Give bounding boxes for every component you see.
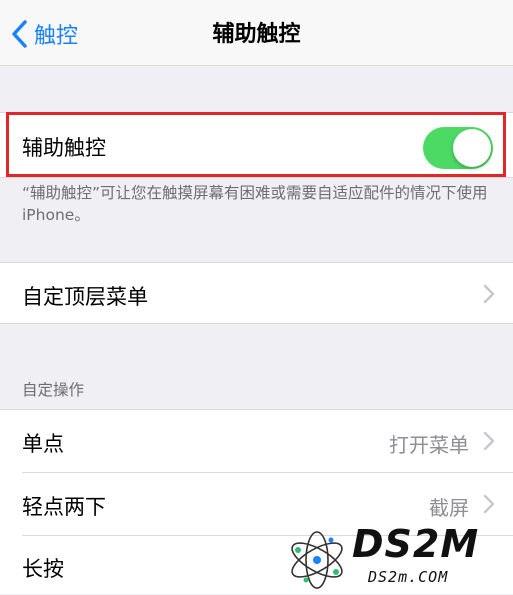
chevron-right-icon — [483, 284, 495, 304]
action-row-value: 截屏 — [429, 496, 469, 520]
navigation-bar: 触控 辅助触控 — [0, 0, 513, 66]
action-row-label: 轻点两下 — [22, 495, 106, 519]
action-row-label: 长按 — [22, 557, 64, 581]
assistive-touch-label: 辅助触控 — [22, 136, 106, 160]
customize-top-menu-row[interactable]: 自定顶层菜单 — [0, 262, 513, 324]
assistive-touch-description: “辅助触控”可让您在触摸屏幕有困难或需要自适应配件的情况下使用iPhone。 — [22, 184, 488, 224]
custom-actions-header: 自定操作 — [22, 381, 85, 399]
assistive-touch-cell: 辅助触控 — [0, 112, 513, 178]
custom-actions-list: 单点 打开菜单 轻点两下 截屏 长按 — [0, 409, 513, 594]
back-button[interactable]: 触控 — [10, 14, 78, 54]
action-row-label: 单点 — [22, 432, 64, 456]
action-row-single-tap[interactable]: 单点 打开菜单 — [0, 410, 513, 472]
back-button-label: 触控 — [34, 24, 79, 49]
chevron-right-icon — [483, 431, 495, 451]
customize-top-menu-label: 自定顶层菜单 — [22, 285, 148, 309]
chevron-right-icon — [483, 494, 495, 514]
toggle-knob — [453, 129, 491, 167]
assistive-touch-toggle[interactable] — [423, 127, 493, 169]
chevron-left-icon — [12, 20, 27, 48]
action-row-long-press[interactable]: 长按 — [0, 536, 513, 595]
action-row-double-tap[interactable]: 轻点两下 截屏 — [0, 473, 513, 535]
action-row-value: 打开菜单 — [389, 433, 469, 457]
